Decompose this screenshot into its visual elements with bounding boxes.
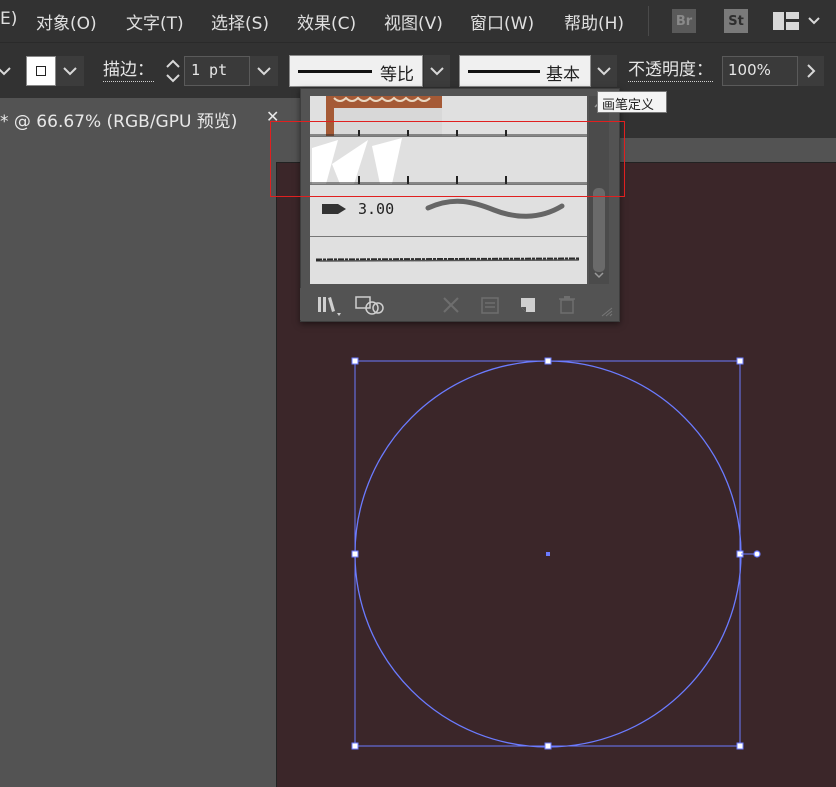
list-item[interactable] [310, 236, 587, 284]
charcoal-brush-icon [315, 257, 581, 262]
resize-handle[interactable] [544, 357, 552, 365]
highlight-box [270, 121, 625, 197]
center-point [546, 552, 550, 556]
brush-stroke-preview [425, 198, 565, 219]
resize-handle[interactable] [351, 357, 359, 365]
resize-handle[interactable] [736, 357, 744, 365]
resize-handle[interactable] [544, 742, 552, 750]
calligraphic-brush-icon [322, 204, 346, 214]
delete-brush-icon [559, 296, 575, 314]
scroll-thumb[interactable] [593, 188, 605, 272]
resize-handle[interactable] [736, 742, 744, 750]
resize-handle[interactable] [351, 550, 359, 558]
new-brush-icon[interactable] [517, 294, 539, 316]
brush-options-icon [481, 297, 499, 314]
resize-handle[interactable] [351, 742, 359, 750]
resize-grip-icon[interactable] [600, 306, 614, 318]
shape-widget-handle[interactable] [741, 550, 761, 558]
libraries-cloud-icon[interactable] [355, 294, 385, 316]
remove-brush-stroke-icon [443, 297, 459, 313]
brush-size-label: 3.00 [358, 200, 395, 218]
brush-panel-toolbar [300, 288, 618, 320]
brush-libraries-icon[interactable] [316, 294, 344, 316]
tooltip: 画笔定义 [597, 91, 667, 113]
